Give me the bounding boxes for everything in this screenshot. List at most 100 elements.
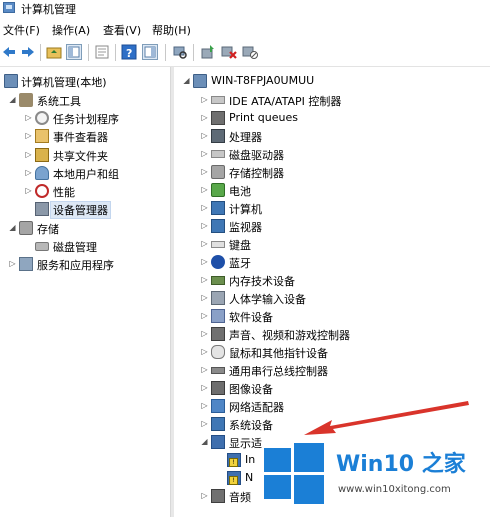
device-manager-icon <box>35 202 49 216</box>
expand-icon[interactable]: ▷ <box>24 168 33 178</box>
expand-icon[interactable]: ▷ <box>200 491 209 501</box>
show-hide-action-pane-icon[interactable] <box>142 44 158 60</box>
device-category-label: IDE ATA/ATAPI 控制器 <box>229 95 342 108</box>
expand-icon[interactable]: ▷ <box>200 185 209 195</box>
event-viewer-icon <box>35 129 49 143</box>
computer-management-icon <box>4 74 18 88</box>
expand-icon[interactable]: ▷ <box>24 131 33 141</box>
tree-node-label: 磁盘管理 <box>53 241 97 254</box>
device-category-label: 人体学输入设备 <box>229 293 306 306</box>
expand-icon[interactable]: ▷ <box>200 419 209 429</box>
audio-icon <box>211 489 225 503</box>
expand-icon[interactable]: ▷ <box>200 131 209 141</box>
expand-icon[interactable]: ▷ <box>24 150 33 160</box>
watermark: Win10 之家 www.win10xitong.com <box>258 430 490 517</box>
expand-icon[interactable]: ▷ <box>200 167 209 177</box>
expand-icon[interactable]: ▷ <box>200 401 209 411</box>
expand-icon[interactable]: ▷ <box>200 329 209 339</box>
battery-icon <box>211 183 225 197</box>
expand-icon[interactable]: ▷ <box>200 347 209 357</box>
computer-icon <box>211 201 225 215</box>
device-category-label: 磁盘驱动器 <box>229 149 284 162</box>
disable-device-icon[interactable] <box>242 44 258 60</box>
collapse-icon[interactable]: ◢ <box>200 437 209 447</box>
expand-icon[interactable]: ▷ <box>24 113 33 123</box>
properties-icon[interactable] <box>94 44 110 60</box>
toolbar-separator <box>193 44 194 61</box>
menu-action[interactable]: 操作(A) <box>52 22 90 38</box>
menu-help[interactable]: 帮助(H) <box>152 22 191 38</box>
monitor-icon <box>211 219 225 233</box>
watermark-title: Win10 之家 <box>336 452 466 477</box>
computer-icon <box>193 74 207 88</box>
expand-icon[interactable]: ▷ <box>200 239 209 249</box>
performance-icon <box>35 184 49 198</box>
hid-icon <box>211 291 225 305</box>
device-label: In <box>245 453 256 466</box>
ide-controller-icon <box>211 96 225 104</box>
show-tree-icon[interactable] <box>66 44 82 60</box>
speaker-icon <box>211 327 225 341</box>
clock-icon <box>35 111 49 125</box>
system-tools-icon <box>19 93 33 107</box>
collapse-icon[interactable]: ◢ <box>8 223 17 233</box>
toolbar-separator <box>88 44 89 61</box>
toolbar: ? <box>0 40 490 67</box>
tree-node-label: 性能 <box>53 186 75 199</box>
toolbar-separator <box>115 44 116 61</box>
forward-arrow-icon[interactable] <box>20 44 36 60</box>
device-category-label: 软件设备 <box>229 311 273 324</box>
expand-icon[interactable]: ▷ <box>24 186 33 196</box>
help-icon[interactable]: ? <box>121 44 137 60</box>
device-category-label: 通用串行总线控制器 <box>229 365 328 378</box>
device-category-label: 鼠标和其他指针设备 <box>229 347 328 360</box>
expand-icon[interactable]: ▷ <box>200 95 209 105</box>
processor-icon <box>211 129 225 143</box>
disk-icon <box>35 242 49 251</box>
expand-icon[interactable]: ▷ <box>200 257 209 267</box>
device-category-label: 处理器 <box>229 131 262 144</box>
device-category-label: 存储控制器 <box>229 167 284 180</box>
expand-icon[interactable]: ▷ <box>200 275 209 285</box>
expand-icon[interactable]: ▷ <box>200 293 209 303</box>
device-category-label: 蓝牙 <box>229 257 251 270</box>
expand-icon[interactable]: ▷ <box>200 113 209 123</box>
computer-management-icon <box>3 2 15 13</box>
update-driver-icon[interactable] <box>200 44 216 60</box>
expand-icon[interactable]: ▷ <box>8 259 17 269</box>
toolbar-separator <box>40 44 41 61</box>
tree-node-label: 存储 <box>37 223 59 236</box>
expand-icon[interactable]: ▷ <box>200 383 209 393</box>
tree-node-label: 设备管理器 <box>50 201 111 219</box>
console-tree: 计算机管理(本地) ◢ 系统工具 ▷ 任务计划程序 ▷ 事件查看器 ▷ 共享文件… <box>0 67 170 517</box>
expand-icon[interactable]: ▷ <box>200 365 209 375</box>
scan-hardware-icon[interactable] <box>172 44 188 60</box>
storage-controller-icon <box>211 165 225 179</box>
up-folder-icon[interactable] <box>46 44 62 60</box>
expand-icon[interactable]: ▷ <box>200 311 209 321</box>
uninstall-device-icon[interactable] <box>221 44 237 60</box>
services-icon <box>19 257 33 271</box>
menu-view[interactable]: 查看(V) <box>103 22 141 38</box>
tree-node-label: 计算机管理(本地) <box>21 76 107 89</box>
tree-node-label: 共享文件夹 <box>53 150 108 163</box>
bluetooth-icon <box>211 255 225 269</box>
menu-bar: 文件(F) 操作(A) 查看(V) 帮助(H) <box>0 19 490 40</box>
device-category-label: 声音、视频和游戏控制器 <box>229 329 350 342</box>
collapse-icon[interactable]: ◢ <box>8 95 17 105</box>
memory-device-icon <box>211 276 225 285</box>
svg-text:?: ? <box>126 47 132 60</box>
collapse-icon[interactable]: ◢ <box>182 76 191 86</box>
title-bar: 计算机管理 <box>0 0 490 17</box>
network-adapter-icon <box>211 399 225 413</box>
expand-icon[interactable]: ▷ <box>200 149 209 159</box>
camera-icon <box>211 381 225 395</box>
device-category-label: 内存技术设备 <box>229 275 295 288</box>
menu-file[interactable]: 文件(F) <box>3 22 40 38</box>
storage-icon <box>19 221 33 235</box>
back-arrow-icon[interactable] <box>1 44 17 60</box>
expand-icon[interactable]: ▷ <box>200 221 209 231</box>
mouse-icon <box>211 345 225 359</box>
expand-icon[interactable]: ▷ <box>200 203 209 213</box>
tree-node-label: 事件查看器 <box>53 131 108 144</box>
